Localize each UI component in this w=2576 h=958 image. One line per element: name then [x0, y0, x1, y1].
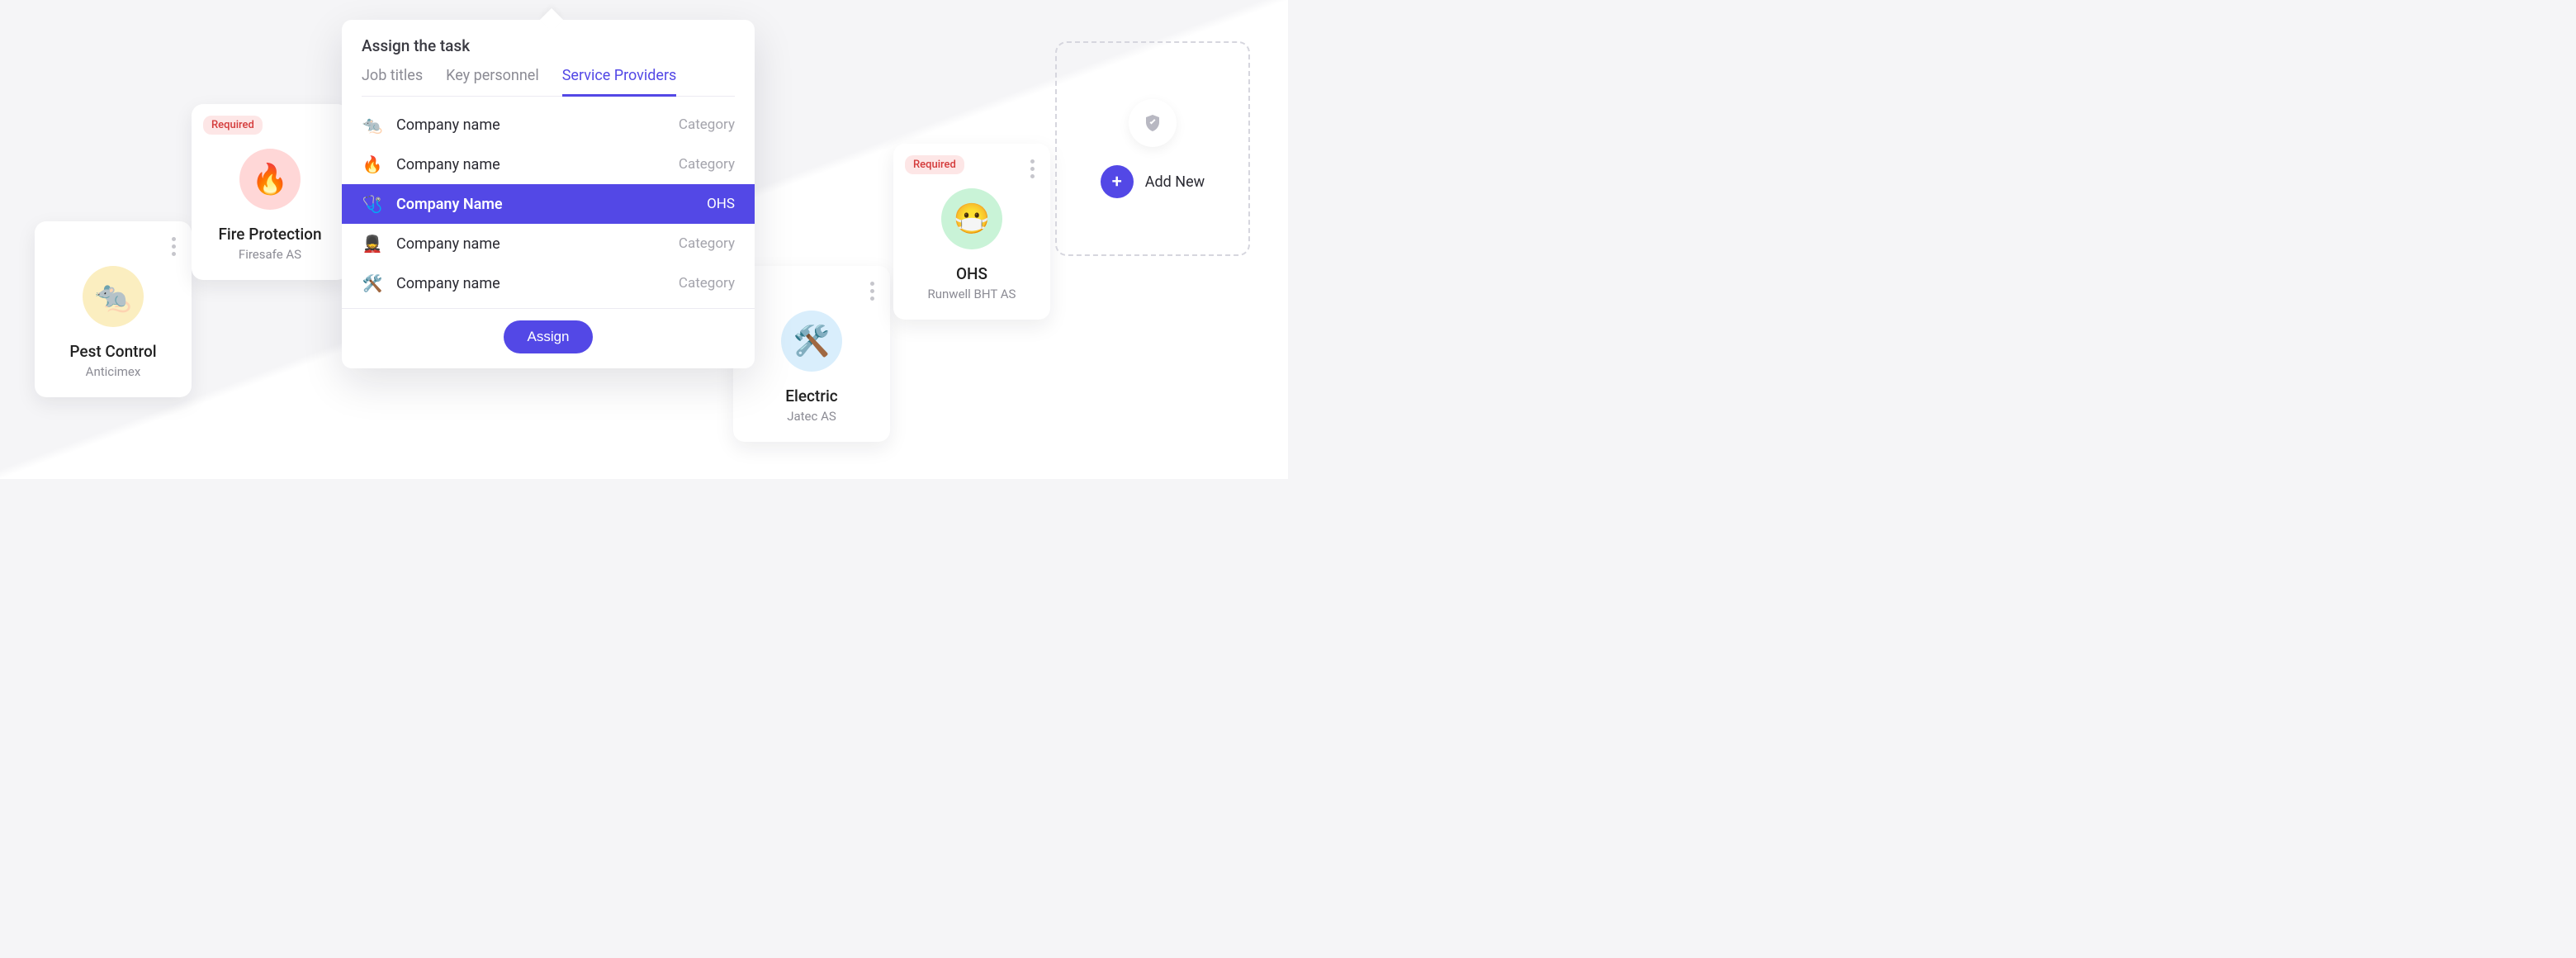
card-title: Pest Control	[69, 342, 156, 361]
provider-name: Company name	[396, 235, 665, 253]
provider-row[interactable]: 🛠️ Company name Category	[342, 263, 755, 303]
assign-button[interactable]: Assign	[504, 320, 592, 353]
service-card-ohs[interactable]: Required 😷 OHS Runwell BHT AS	[893, 144, 1050, 320]
card-subtitle: Jatec AS	[787, 409, 836, 424]
card-title: Fire Protection	[218, 225, 321, 244]
provider-row[interactable]: 🐀 Company name Category	[342, 105, 755, 145]
add-new-card[interactable]: + Add New	[1055, 41, 1250, 256]
required-badge: Required	[905, 155, 964, 174]
add-new-row[interactable]: + Add New	[1101, 165, 1205, 198]
tab-service-providers[interactable]: Service Providers	[562, 67, 677, 97]
rat-icon: 🐀	[83, 266, 144, 327]
card-title: Electric	[785, 387, 837, 405]
tools-icon: 🛠️	[362, 273, 383, 293]
card-subtitle: Firesafe AS	[239, 247, 301, 262]
service-card-electric[interactable]: 🛠️ Electric Jatec AS	[733, 266, 890, 442]
required-badge: Required	[203, 116, 263, 135]
tab-job-titles[interactable]: Job titles	[362, 67, 423, 97]
provider-name: Company name	[396, 156, 665, 173]
popover-title: Assign the task	[362, 36, 735, 55]
provider-name: Company name	[396, 116, 665, 134]
service-card-pest[interactable]: 🐀 Pest Control Anticimex	[35, 221, 192, 397]
provider-category: Category	[679, 275, 735, 292]
assign-task-popover: Assign the task Job titles Key personnel…	[342, 20, 755, 368]
service-card-fire[interactable]: Required 🔥 Fire Protection Firesafe AS	[192, 104, 348, 280]
tools-icon: 🛠️	[781, 311, 842, 372]
provider-category: Category	[679, 116, 735, 133]
more-options-button[interactable]	[165, 235, 182, 258]
guard-icon: 💂	[362, 234, 383, 254]
more-options-button[interactable]	[864, 279, 880, 302]
plus-icon[interactable]: +	[1101, 165, 1134, 198]
provider-category: OHS	[707, 196, 735, 212]
fire-icon: 🔥	[362, 154, 383, 174]
provider-row[interactable]: 🔥 Company name Category	[342, 145, 755, 184]
provider-list: 🐀 Company name Category 🔥 Company name C…	[342, 105, 755, 303]
card-title: OHS	[956, 264, 987, 283]
provider-row[interactable]: 💂 Company name Category	[342, 224, 755, 263]
tab-key-personnel[interactable]: Key personnel	[446, 67, 539, 97]
card-subtitle: Runwell BHT AS	[928, 287, 1016, 301]
card-subtitle: Anticimex	[86, 364, 141, 379]
provider-category: Category	[679, 235, 735, 252]
fire-icon: 🔥	[239, 149, 301, 210]
stethoscope-icon: 🩺	[362, 194, 383, 214]
shield-check-icon	[1129, 99, 1177, 147]
provider-name: Company name	[396, 275, 665, 292]
popover-tabs: Job titles Key personnel Service Provide…	[362, 67, 735, 97]
provider-category: Category	[679, 156, 735, 173]
add-new-label: Add New	[1145, 173, 1205, 191]
more-options-button[interactable]	[1024, 157, 1040, 180]
mask-face-icon: 😷	[941, 188, 1002, 249]
provider-row-selected[interactable]: 🩺 Company Name OHS	[342, 184, 755, 224]
provider-name: Company Name	[396, 196, 694, 213]
rat-icon: 🐀	[362, 115, 383, 135]
